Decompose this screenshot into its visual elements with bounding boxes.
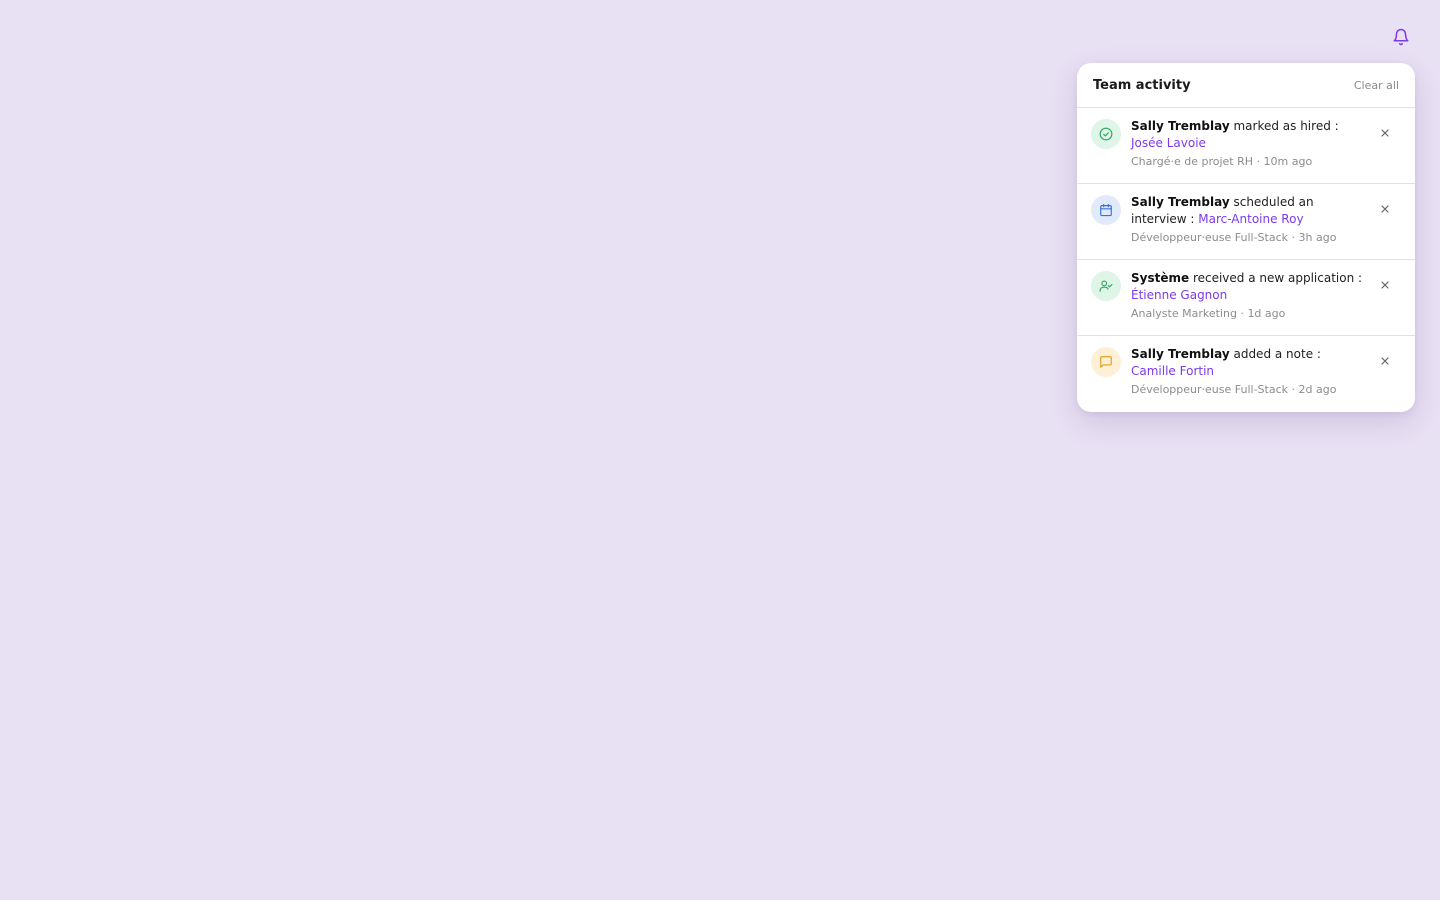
activity-job: Chargé·e de projet RH xyxy=(1131,155,1254,168)
activity-actor: Sally Tremblay xyxy=(1131,347,1230,361)
message-square-icon xyxy=(1091,347,1121,377)
activity-job: Développeur·euse Full-Stack xyxy=(1131,231,1288,244)
close-icon xyxy=(1381,357,1389,365)
activity-job: Développeur·euse Full-Stack xyxy=(1131,383,1288,396)
activity-text: Sally Tremblay scheduled an interview : … xyxy=(1131,194,1363,228)
activity-meta: Chargé·e de projet RH · 10m ago xyxy=(1131,154,1363,169)
dismiss-button[interactable] xyxy=(1375,351,1395,371)
activity-time: 2d ago xyxy=(1298,383,1337,396)
meta-separator: · xyxy=(1288,231,1299,244)
activity-time: 3h ago xyxy=(1298,231,1337,244)
activity-meta: Développeur·euse Full-Stack · 3h ago xyxy=(1131,230,1363,245)
activity-meta: Analyste Marketing · 1d ago xyxy=(1131,306,1363,321)
panel-title: Team activity xyxy=(1093,77,1191,93)
activity-actor: Système xyxy=(1131,271,1190,285)
meta-separator: · xyxy=(1253,155,1264,168)
activity-text: Sally Tremblay added a note : Camille Fo… xyxy=(1131,346,1363,380)
activity-body: Sally Tremblay marked as hired : Josée L… xyxy=(1131,118,1363,169)
activity-actor: Sally Tremblay xyxy=(1131,119,1230,133)
activity-action: marked as hired : xyxy=(1229,119,1339,133)
activity-text: Système received a new application : Éti… xyxy=(1131,270,1363,304)
activity-item: Sally Tremblay added a note : Camille Fo… xyxy=(1077,336,1415,411)
notifications-bell-button[interactable] xyxy=(1386,24,1416,54)
close-icon xyxy=(1381,205,1389,213)
check-circle-icon xyxy=(1091,119,1121,149)
activity-action: added a note : xyxy=(1229,347,1321,361)
dismiss-button[interactable] xyxy=(1375,275,1395,295)
team-activity-panel: Team activity Clear all Sally Tremblay m… xyxy=(1077,63,1415,412)
dismiss-button[interactable] xyxy=(1375,123,1395,143)
candidate-link[interactable]: Étienne Gagnon xyxy=(1131,288,1227,302)
activity-action: received a new application : xyxy=(1189,271,1363,285)
clear-all-button[interactable]: Clear all xyxy=(1354,79,1399,92)
activity-job: Analyste Marketing xyxy=(1131,307,1237,320)
activity-body: Sally Tremblay added a note : Camille Fo… xyxy=(1131,346,1363,397)
candidate-link[interactable]: Marc-Antoine Roy xyxy=(1198,212,1303,226)
meta-separator: · xyxy=(1236,307,1248,320)
activity-meta: Développeur·euse Full-Stack · 2d ago xyxy=(1131,382,1363,397)
calendar-icon xyxy=(1091,195,1121,225)
activity-time: 10m ago xyxy=(1263,155,1313,168)
user-check-icon xyxy=(1091,271,1121,301)
candidate-link[interactable]: Camille Fortin xyxy=(1131,364,1214,378)
candidate-link[interactable]: Josée Lavoie xyxy=(1131,136,1206,150)
activity-actor: Sally Tremblay xyxy=(1131,195,1230,209)
activity-item: Sally Tremblay scheduled an interview : … xyxy=(1077,184,1415,260)
activity-list: Sally Tremblay marked as hired : Josée L… xyxy=(1077,108,1415,411)
bell-icon xyxy=(1392,28,1410,50)
panel-header: Team activity Clear all xyxy=(1077,63,1415,108)
activity-item: Système received a new application : Éti… xyxy=(1077,260,1415,336)
meta-separator: · xyxy=(1288,383,1299,396)
close-icon xyxy=(1381,129,1389,137)
activity-body: Sally Tremblay scheduled an interview : … xyxy=(1131,194,1363,245)
dismiss-button[interactable] xyxy=(1375,199,1395,219)
activity-body: Système received a new application : Éti… xyxy=(1131,270,1363,321)
activity-time: 1d ago xyxy=(1247,307,1286,320)
activity-text: Sally Tremblay marked as hired : Josée L… xyxy=(1131,118,1363,152)
close-icon xyxy=(1381,281,1389,289)
activity-item: Sally Tremblay marked as hired : Josée L… xyxy=(1077,108,1415,184)
